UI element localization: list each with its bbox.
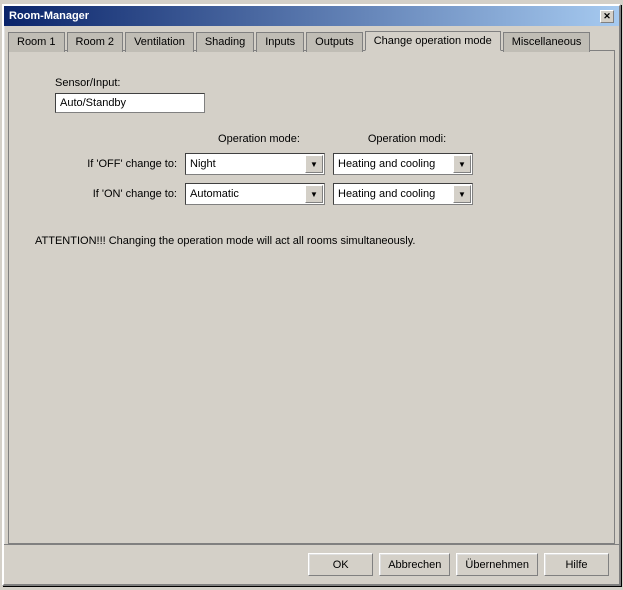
sensor-label: Sensor/Input:	[55, 77, 120, 89]
sensor-input[interactable]	[55, 93, 205, 113]
cancel-button[interactable]: Abbrechen	[379, 553, 450, 576]
tab-room2[interactable]: Room 2	[67, 32, 124, 52]
tab-shading[interactable]: Shading	[196, 32, 254, 52]
op-modi-header: Operation modi:	[333, 133, 481, 145]
op-header-row: Operation mode: Operation modi:	[185, 133, 598, 145]
main-window: Room-Manager ✕ Room 1 Room 2 Ventilation…	[2, 4, 621, 586]
off-modi-dropdown[interactable]: Heating and cooling Heating Cooling	[333, 153, 473, 175]
off-mode-dropdown[interactable]: Night Day Automatic Standby	[185, 153, 325, 175]
operation-section: Operation mode: Operation modi: If 'OFF'…	[25, 133, 598, 205]
content-area: Sensor/Input: Operation mode: Operation …	[8, 50, 615, 544]
close-button[interactable]: ✕	[600, 10, 614, 23]
tab-miscellaneous[interactable]: Miscellaneous	[503, 32, 591, 52]
tab-ventilation[interactable]: Ventilation	[125, 32, 194, 52]
on-row: If 'ON' change to: Automatic Night Day S…	[25, 183, 598, 205]
on-label: If 'ON' change to:	[25, 188, 177, 200]
off-modi-dropdown-container: Heating and cooling Heating Cooling ▼	[333, 153, 473, 175]
op-mode-header: Operation mode:	[185, 133, 333, 145]
tab-outputs[interactable]: Outputs	[306, 32, 363, 52]
off-label: If 'OFF' change to:	[25, 158, 177, 170]
tab-room1[interactable]: Room 1	[8, 32, 65, 52]
apply-button[interactable]: Übernehmen	[456, 553, 538, 576]
attention-text: ATTENTION!!! Changing the operation mode…	[35, 235, 598, 247]
on-mode-dropdown-container: Automatic Night Day Standby ▼	[185, 183, 325, 205]
on-mode-dropdown[interactable]: Automatic Night Day Standby	[185, 183, 325, 205]
on-modi-dropdown-container: Heating and cooling Heating Cooling ▼	[333, 183, 473, 205]
tab-change-op-mode[interactable]: Change operation mode	[365, 31, 501, 51]
ok-button[interactable]: OK	[308, 553, 373, 576]
title-bar: Room-Manager ✕	[4, 6, 619, 26]
help-button[interactable]: Hilfe	[544, 553, 609, 576]
tab-inputs[interactable]: Inputs	[256, 32, 304, 52]
footer: OK Abbrechen Übernehmen Hilfe	[4, 544, 619, 584]
tabs-bar: Room 1 Room 2 Ventilation Shading Inputs…	[4, 26, 619, 50]
on-modi-dropdown[interactable]: Heating and cooling Heating Cooling	[333, 183, 473, 205]
window-title: Room-Manager	[9, 10, 89, 22]
off-mode-dropdown-container: Night Day Automatic Standby ▼	[185, 153, 325, 175]
sensor-section: Sensor/Input:	[55, 77, 598, 113]
off-row: If 'OFF' change to: Night Day Automatic …	[25, 153, 598, 175]
